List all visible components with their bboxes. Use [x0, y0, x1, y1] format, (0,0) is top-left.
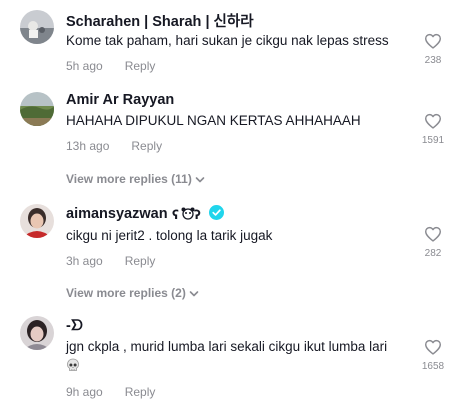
like-count: 1591 [421, 135, 445, 146]
reply-button[interactable]: Reply [125, 254, 156, 268]
bear-face-emoji-icon: ʕ ʔ [172, 207, 201, 221]
username-label[interactable]: aimansyazwan [66, 206, 168, 222]
comment-username[interactable]: -ᗤ [66, 318, 83, 334]
avatar[interactable] [20, 92, 54, 126]
like-count: 238 [424, 55, 442, 66]
comment-username[interactable]: Scharahen | Sharah | 신하라 [66, 10, 254, 31]
reply-button[interactable]: Reply [131, 139, 162, 153]
comment-text: HAHAHA DIPUKUL NGAN KERTAS AHHAHAAH [66, 113, 361, 128]
like-button[interactable]: 282 [422, 226, 444, 259]
avatar[interactable] [20, 316, 54, 350]
comment-text: cikgu ni jerit2 . tolong la tarik jugak [66, 228, 273, 243]
view-more-label: View more replies (2) [66, 286, 186, 300]
svg-text:ʔ: ʔ [194, 208, 201, 221]
comment-age: 5h ago [66, 59, 103, 73]
view-more-replies-button[interactable]: View more replies (11) [66, 172, 205, 186]
chevron-down-icon [189, 291, 199, 297]
comment-age: 3h ago [66, 254, 103, 268]
comment-username[interactable]: aimansyazwan ʕ ʔ [66, 205, 224, 222]
comment-text-body: jgn ckpla , murid lumba lari sekali cikg… [66, 339, 388, 354]
view-more-label: View more replies (11) [66, 172, 192, 186]
like-count: 282 [424, 248, 442, 259]
like-button[interactable]: 1591 [422, 113, 444, 146]
view-more-replies-button[interactable]: View more replies (2) [66, 286, 199, 300]
like-button[interactable]: 1658 [422, 339, 444, 372]
avatar[interactable] [20, 10, 54, 44]
heart-icon[interactable] [424, 33, 442, 49]
like-count: 1658 [421, 361, 445, 372]
comment-age: 9h ago [66, 385, 103, 399]
chevron-down-icon [195, 177, 205, 183]
verified-badge-icon [208, 205, 224, 220]
reply-button[interactable]: Reply [125, 385, 156, 399]
comment-meta: 13h ago Reply [66, 139, 162, 153]
comment-meta: 5h ago Reply [66, 59, 155, 73]
like-button[interactable]: 238 [422, 33, 444, 66]
heart-icon[interactable] [424, 339, 442, 355]
comment-meta: 9h ago Reply [66, 385, 155, 399]
reply-button[interactable]: Reply [125, 59, 156, 73]
comment-text: Kome tak paham, hari sukan je cikgu nak … [66, 33, 389, 48]
heart-icon[interactable] [424, 226, 442, 242]
comment-meta: 3h ago Reply [66, 254, 155, 268]
comment-username[interactable]: Amir Ar Rayyan [66, 92, 174, 108]
comment-text: jgn ckpla , murid lumba lari sekali cikg… [66, 337, 416, 377]
skull-emoji-icon [67, 358, 79, 371]
svg-text:ʕ: ʕ [172, 208, 179, 221]
comment-age: 13h ago [66, 139, 110, 153]
avatar[interactable] [20, 204, 54, 238]
heart-icon[interactable] [424, 113, 442, 129]
